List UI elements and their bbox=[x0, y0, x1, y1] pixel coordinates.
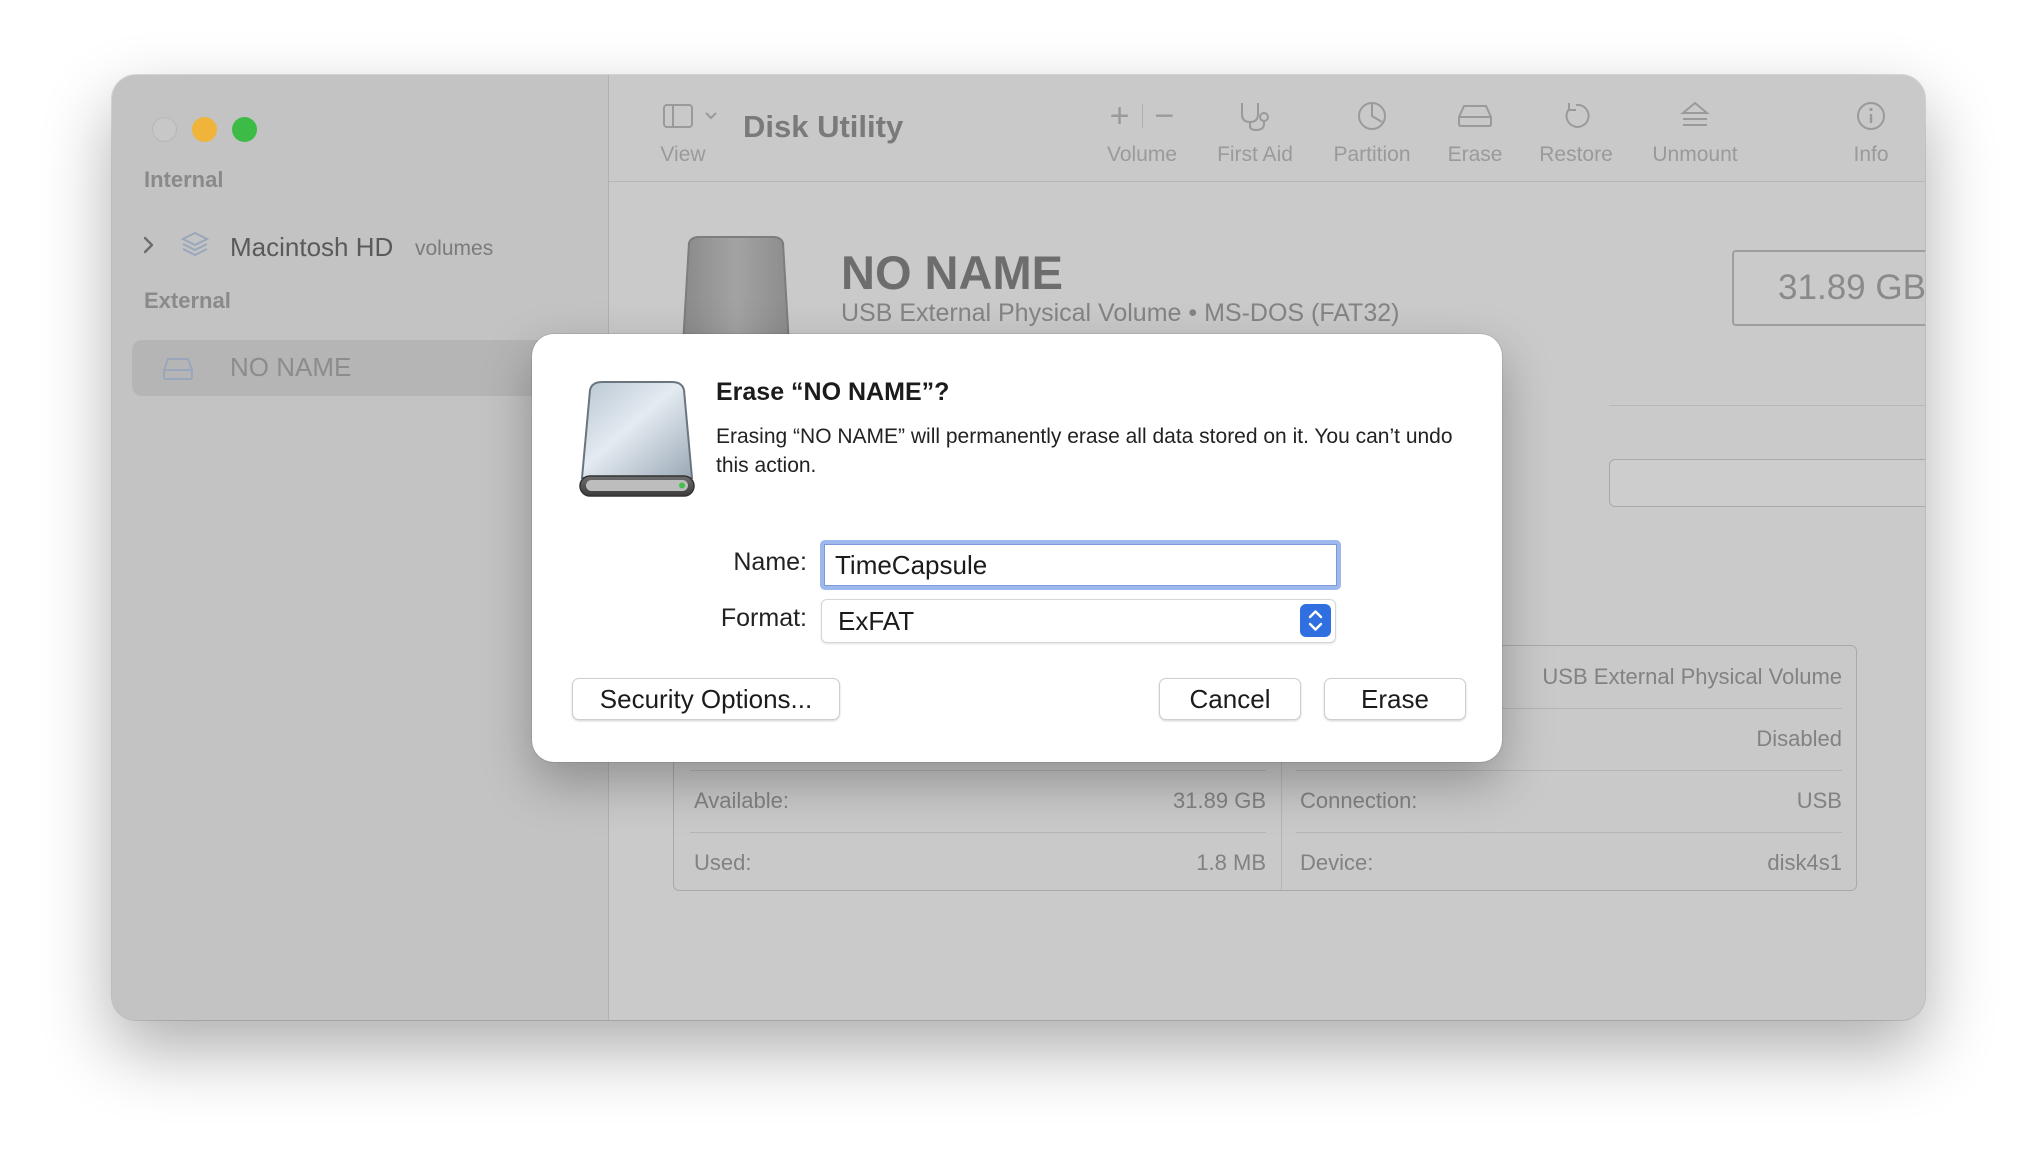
view-button[interactable]: View bbox=[649, 99, 739, 167]
table-row: Used: 1.8 MB bbox=[690, 832, 1266, 892]
view-label: View bbox=[660, 143, 706, 166]
name-field-wrapper bbox=[820, 540, 1341, 590]
chevron-up-down-icon bbox=[1300, 604, 1331, 637]
plus-icon: + bbox=[1109, 96, 1130, 135]
security-options-button[interactable]: Security Options... bbox=[572, 678, 840, 720]
restore-button[interactable]: Restore bbox=[1531, 99, 1621, 167]
sidebar-toggle-icon bbox=[649, 99, 739, 133]
erase-dialog: Erase “NO NAME”? Erasing “NO NAME” will … bbox=[532, 334, 1502, 762]
info-value: USB External Physical Volume bbox=[1542, 664, 1842, 689]
volume-description: USB External Physical Volume • MS-DOS (F… bbox=[841, 299, 1400, 327]
pie-chart-icon bbox=[1319, 99, 1425, 133]
first-aid-button[interactable]: First Aid bbox=[1205, 99, 1305, 167]
external-drive-icon bbox=[579, 381, 695, 497]
sidebar-item-macintosh-hd[interactable]: Macintosh HD bbox=[230, 232, 393, 263]
zoom-window-button[interactable] bbox=[232, 117, 257, 142]
partition-label: Partition bbox=[1333, 143, 1411, 166]
external-drive-icon bbox=[681, 236, 791, 345]
table-row: Connection: USB bbox=[1296, 770, 1842, 832]
info-key: Device: bbox=[1300, 850, 1374, 875]
erase-label: Erase bbox=[1447, 143, 1503, 166]
info-value: disk4s1 bbox=[1767, 850, 1842, 875]
info-button[interactable]: Info bbox=[1841, 99, 1901, 167]
info-key: Connection: bbox=[1300, 788, 1418, 813]
unmount-label: Unmount bbox=[1652, 143, 1738, 166]
volume-name: NO NAME bbox=[841, 246, 1063, 299]
volume-label: Volume bbox=[1106, 143, 1178, 166]
info-key: Used: bbox=[694, 850, 752, 875]
eraser-icon bbox=[1437, 99, 1513, 133]
volume-button[interactable]: + − Volume bbox=[1089, 96, 1195, 167]
first-aid-label: First Aid bbox=[1217, 143, 1293, 166]
table-row: Available: 31.89 GB bbox=[690, 770, 1266, 832]
sidebar-section-external: External bbox=[144, 288, 231, 313]
name-label: Name: bbox=[733, 548, 807, 576]
external-drive-icon bbox=[163, 358, 193, 380]
window-title: Disk Utility bbox=[743, 109, 904, 144]
erase-button[interactable]: Erase bbox=[1324, 678, 1466, 720]
minus-icon: − bbox=[1154, 96, 1175, 135]
eject-icon bbox=[1645, 99, 1745, 133]
usage-bar bbox=[1609, 459, 1925, 507]
info-key: Available: bbox=[694, 788, 789, 813]
close-window-button[interactable] bbox=[152, 117, 177, 142]
format-label: Format: bbox=[720, 604, 807, 632]
chevron-right-icon[interactable] bbox=[142, 235, 156, 255]
format-selected-value: ExFAT bbox=[838, 606, 915, 636]
restore-icon bbox=[1531, 99, 1621, 133]
info-icon bbox=[1841, 99, 1901, 133]
toolbar: View Disk Utility + − Volume First Aid P… bbox=[609, 75, 1925, 182]
info-value: 31.89 GB bbox=[1173, 788, 1266, 813]
minimize-window-button[interactable] bbox=[192, 117, 217, 142]
format-select[interactable]: ExFAT bbox=[821, 599, 1336, 643]
partition-button[interactable]: Partition bbox=[1319, 99, 1425, 167]
sidebar-item-sublabel: volumes bbox=[415, 237, 494, 260]
layers-icon bbox=[180, 231, 210, 257]
plus-minus-icon: + − bbox=[1089, 96, 1195, 135]
cancel-button[interactable]: Cancel bbox=[1159, 678, 1301, 720]
sidebar-section-internal: Internal bbox=[144, 167, 224, 192]
info-value: Disabled bbox=[1756, 726, 1842, 751]
info-value: 1.8 MB bbox=[1196, 850, 1266, 875]
stethoscope-icon bbox=[1205, 99, 1305, 133]
table-row: Device: disk4s1 bbox=[1296, 832, 1842, 892]
sidebar-item-label: NO NAME bbox=[230, 352, 352, 382]
restore-label: Restore bbox=[1539, 143, 1613, 166]
dialog-message: Erasing “NO NAME” will permanently erase… bbox=[716, 425, 1453, 477]
info-value: USB bbox=[1796, 788, 1842, 813]
unmount-button[interactable]: Unmount bbox=[1645, 99, 1745, 167]
dialog-title: Erase “NO NAME”? bbox=[716, 378, 950, 406]
name-input[interactable] bbox=[824, 544, 1337, 586]
divider bbox=[1609, 405, 1925, 406]
erase-toolbar-button[interactable]: Erase bbox=[1437, 99, 1513, 167]
capacity-badge: 31.89 GB bbox=[1732, 250, 1925, 326]
info-label: Info bbox=[1853, 143, 1889, 166]
